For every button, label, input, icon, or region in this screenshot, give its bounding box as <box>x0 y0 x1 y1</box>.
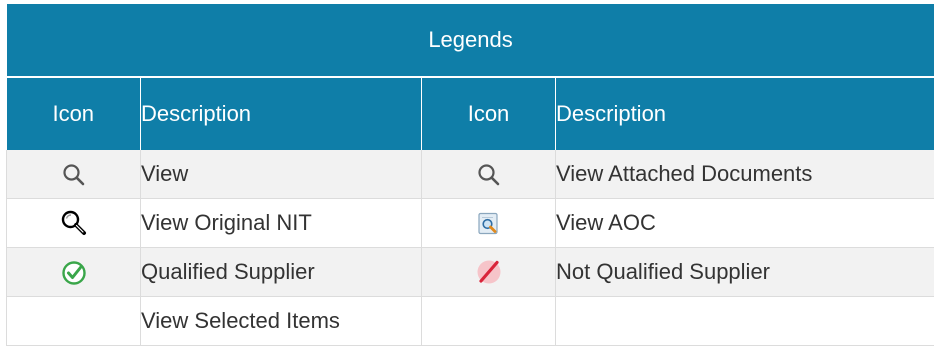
legend-table: Legends Icon Description Icon Descriptio… <box>6 4 934 346</box>
legend-description: Qualified Supplier <box>141 248 422 297</box>
table-row: View View Attached Documents <box>7 150 934 199</box>
legend-title: Legends <box>7 4 934 77</box>
legend-description: View Selected Items <box>141 297 422 346</box>
icon-cell <box>7 199 141 248</box>
icon-cell <box>422 297 556 346</box>
icon-cell <box>422 248 556 297</box>
legend-description <box>556 297 934 346</box>
legend-description: View Original NIT <box>141 199 422 248</box>
search-icon <box>61 162 87 188</box>
icon-cell <box>7 248 141 297</box>
icon-cell <box>422 199 556 248</box>
disqualified-icon <box>475 258 503 286</box>
icon-column-header: Icon <box>7 77 141 150</box>
icon-cell <box>7 150 141 199</box>
legend-description: Not Qualified Supplier <box>556 248 934 297</box>
legend-description: View <box>141 150 422 199</box>
icon-cell <box>7 297 141 346</box>
legend-description: View AOC <box>556 199 934 248</box>
icon-column-header: Icon <box>422 77 556 150</box>
table-row: Qualified Supplier Not Qualified Supplie… <box>7 248 934 297</box>
document-search-icon <box>476 211 502 237</box>
description-column-header: Description <box>556 77 934 150</box>
check-circle-icon <box>61 260 87 286</box>
icon-cell <box>422 150 556 199</box>
table-row: View Selected Items <box>7 297 934 346</box>
magnifier-icon <box>60 209 88 237</box>
table-row: View Original NIT View AOC <box>7 199 934 248</box>
description-column-header: Description <box>141 77 422 150</box>
legend-description: View Attached Documents <box>556 150 934 199</box>
search-icon <box>476 162 502 188</box>
